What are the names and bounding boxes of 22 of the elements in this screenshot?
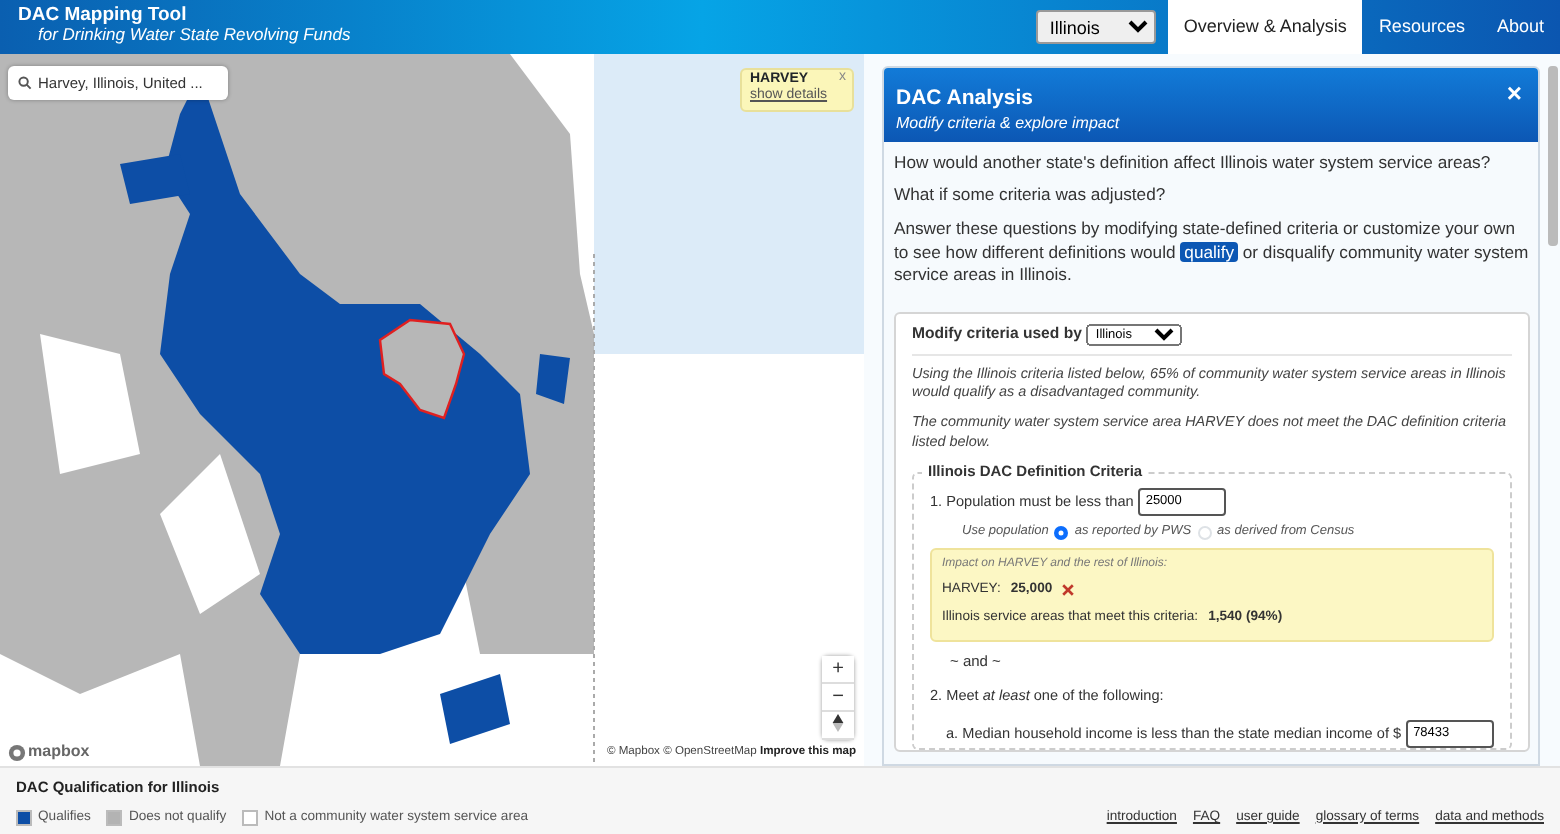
- radio-button[interactable]: [1054, 525, 1069, 539]
- compass-button[interactable]: [822, 712, 854, 740]
- highlighted-term: qualify: [1180, 241, 1239, 262]
- question-text: What if some criteria was adjusted?: [894, 184, 1168, 208]
- compass-icon: [832, 714, 844, 733]
- app-subtitle: for Drinking Water State Revolving Funds: [36, 25, 353, 44]
- app-title: DAC Mapping Tool: [18, 6, 189, 26]
- close-button[interactable]: ×: [1506, 80, 1522, 106]
- logo-icon: [8, 743, 26, 761]
- nav-tab[interactable]: About: [1480, 0, 1560, 54]
- search-icon: [18, 76, 32, 90]
- zoom-in-button[interactable]: +: [822, 656, 854, 684]
- panel-title: DAC Analysis: [896, 86, 1033, 112]
- zoom-out-button[interactable]: −: [822, 684, 854, 712]
- question-text: How would another state's definition affect Illinois water system service areas?: [894, 151, 1493, 175]
- state-select[interactable]: Illinois: [1035, 10, 1156, 44]
- panel-subtitle: Modify criteria & explore impact: [896, 114, 1120, 134]
- intro-text: Answer these questions by modifying state-defined criteria or customize your own to see how different definitions would qualify or disqualify community water system service areas in Illinois.: [894, 217, 1530, 288]
- scrollbar-thumb[interactable]: [1548, 66, 1558, 246]
- nav-tab[interactable]: Overview & Analysis: [1167, 0, 1363, 54]
- nav-tab[interactable]: Resources: [1362, 0, 1481, 54]
- map-logo: mapbox: [28, 740, 90, 764]
